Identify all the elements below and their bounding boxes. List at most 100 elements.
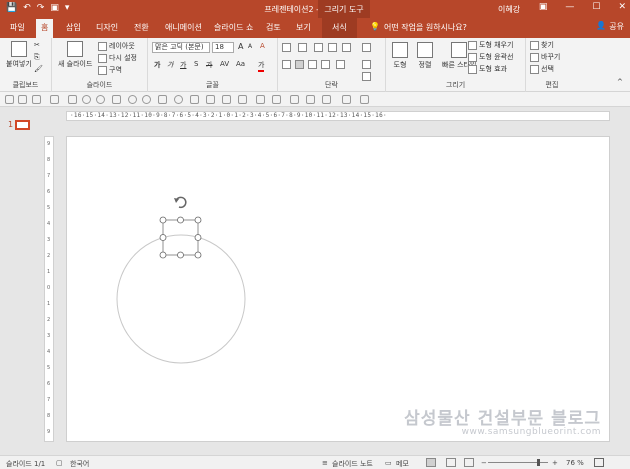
resize-handle[interactable] [177,251,184,259]
columns-icon[interactable] [336,60,345,69]
toolbar-icon-3[interactable] [32,95,41,104]
toolbar-icon-7[interactable] [96,95,105,104]
new-slide-button[interactable]: 새 슬라이드 [58,41,92,69]
tab-home[interactable]: 홈 [36,19,54,38]
selection-frame[interactable] [162,219,199,256]
align-left-icon[interactable] [282,60,291,69]
shape-effects-button[interactable]: 도형 효과 [468,64,507,74]
justify-icon[interactable] [321,60,330,69]
format-painter-icon[interactable]: 🖌 [34,65,43,73]
collapse-ribbon-icon[interactable]: ^ [617,78,623,86]
toolbar-icon-16[interactable] [238,95,247,104]
cut-icon[interactable]: ✂ [34,41,40,49]
select-button[interactable]: 선택 [530,64,554,74]
shape-fill-button[interactable]: 도형 채우기 [468,40,513,50]
language-status[interactable]: 한국어 [70,459,89,469]
ribbon-options-icon[interactable]: ▣ [539,2,548,12]
toolbar-icon-10[interactable] [142,95,151,104]
find-button[interactable]: 찾기 [530,40,554,50]
toolbar-icon-22[interactable] [342,95,351,104]
normal-view-icon[interactable] [426,458,436,467]
bold-button[interactable]: 가 [154,60,160,70]
layout-button[interactable]: 레이아웃 [98,41,135,51]
toolbar-icon-5[interactable] [68,95,77,104]
resize-handle[interactable] [194,234,202,241]
strikethrough-button[interactable]: 가 [206,60,212,70]
selection-handles[interactable] [159,216,202,259]
toolbar-icon-12[interactable] [174,95,183,104]
decrease-indent-icon[interactable] [314,43,323,52]
paste-button[interactable]: 붙여넣기 [6,41,32,69]
resize-handle[interactable] [194,251,202,259]
toolbar-icon-1[interactable] [5,95,14,104]
reset-button[interactable]: 다시 설정 [98,53,137,63]
shadow-button[interactable]: S [194,60,198,68]
toolbar-icon-4[interactable] [50,95,59,104]
slide-sorter-view-icon[interactable] [446,458,456,467]
zoom-slider-thumb[interactable] [537,459,540,466]
section-button[interactable]: 구역 [98,65,122,75]
toolbar-icon-15[interactable] [222,95,231,104]
zoom-level[interactable]: 76 % [566,459,584,467]
align-text-icon[interactable] [362,60,371,69]
replace-button[interactable]: 바꾸기 [530,52,560,62]
tab-format[interactable]: 서식 [322,18,357,38]
underline-button[interactable]: 가 [180,60,186,70]
align-center-icon[interactable] [295,60,304,69]
tab-insert[interactable]: 삽입 [66,22,81,33]
font-size-combo[interactable]: 18 [212,42,234,53]
text-direction-icon[interactable] [362,43,371,52]
shrink-font-button[interactable]: A [248,43,252,50]
resize-handle[interactable] [159,234,167,241]
restore-button[interactable]: ☐ [592,2,600,12]
fit-to-window-icon[interactable] [594,458,604,467]
toolbar-icon-14[interactable] [206,95,215,104]
shape-outline-button[interactable]: 도형 윤곽선 [468,52,513,62]
increase-indent-icon[interactable] [328,43,337,52]
toolbar-icon-9[interactable] [128,95,137,104]
resize-handle[interactable] [194,216,202,224]
align-right-icon[interactable] [308,60,317,69]
tell-me-box[interactable]: 💡 어떤 작업을 원하시나요? [370,22,467,33]
grow-font-button[interactable]: A [238,42,243,51]
toolbar-icon-11[interactable] [158,95,167,104]
share-button[interactable]: 👤 공유 [596,21,624,32]
tab-slideshow[interactable]: 슬라이드 쇼 [214,22,253,33]
close-button[interactable]: ✕ [618,2,626,12]
tab-review[interactable]: 검토 [266,22,281,33]
toolbar-icon-13[interactable] [190,95,199,104]
change-case-button[interactable]: Aa [236,60,245,68]
italic-button[interactable]: 가 [167,60,173,70]
language-icon[interactable]: ▢ [56,459,63,467]
resize-handle[interactable] [159,216,167,224]
font-color-button[interactable]: 가 [258,60,265,72]
clear-formatting-button[interactable]: A [260,42,265,50]
toolbar-icon-19[interactable] [290,95,299,104]
toolbar-icon-6[interactable] [82,95,91,104]
notes-button[interactable]: 슬라이드 노트 [332,459,373,469]
slide-thumbnail[interactable] [15,120,30,130]
rotate-handle-icon[interactable] [174,196,187,209]
arrange-button[interactable]: 정렬 [417,42,433,70]
shapes-button[interactable]: 도형 [392,42,408,70]
comments-button[interactable]: 메모 [396,459,409,469]
zoom-in-button[interactable]: + [552,459,558,467]
copy-icon[interactable]: ⎘ [34,53,40,62]
tab-animations[interactable]: 애니메이션 [165,22,202,33]
bullets-icon[interactable] [282,43,291,52]
zoom-out-button[interactable]: − [481,459,487,467]
toolbar-icon-18[interactable] [272,95,281,104]
tab-file[interactable]: 파일 [10,22,25,33]
tab-transitions[interactable]: 전환 [134,22,149,33]
user-name[interactable]: 이혜강 [498,4,520,15]
toolbar-icon-17[interactable] [256,95,265,104]
tab-view[interactable]: 보기 [296,22,311,33]
minimize-button[interactable]: — [565,2,574,12]
toolbar-icon-23[interactable] [360,95,369,104]
toolbar-icon-8[interactable] [112,95,121,104]
character-spacing-button[interactable]: AV [220,60,229,68]
reading-view-icon[interactable] [464,458,474,467]
tab-design[interactable]: 디자인 [96,22,118,33]
toolbar-icon-21[interactable] [322,95,331,104]
resize-handle[interactable] [159,251,167,259]
